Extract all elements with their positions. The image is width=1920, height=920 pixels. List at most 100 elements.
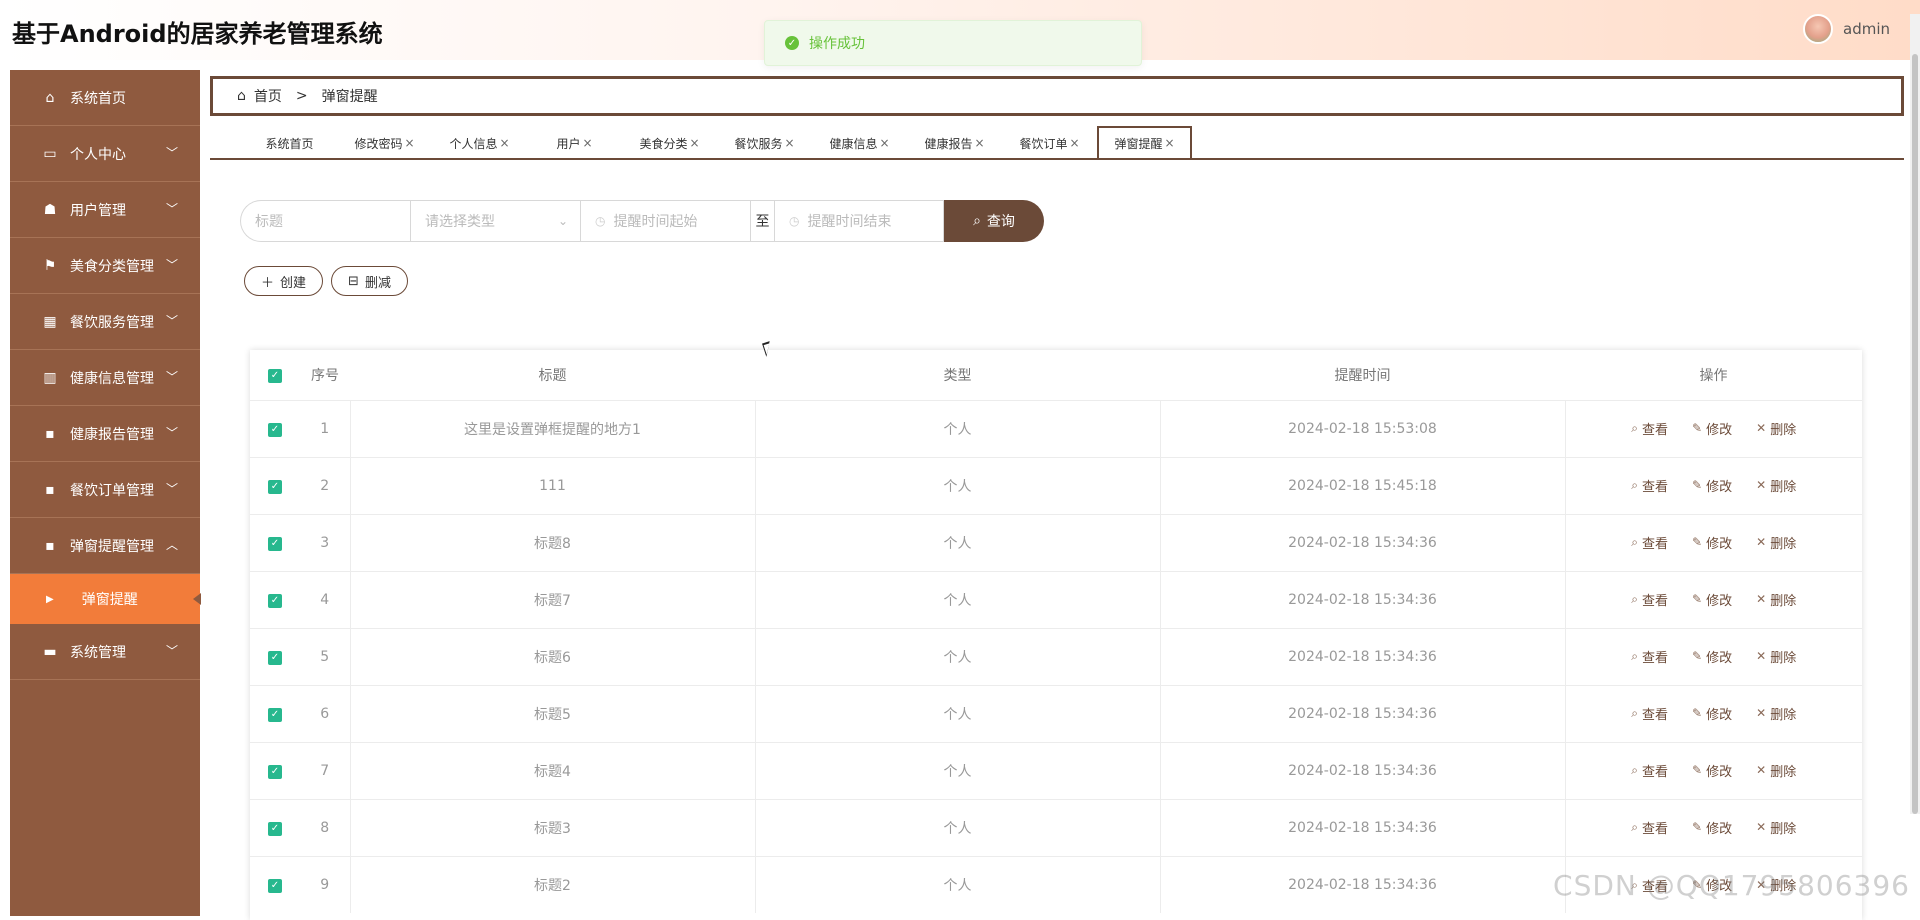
view-button[interactable]: ⌕查看	[1631, 533, 1668, 552]
edit-button[interactable]: ✎修改	[1692, 419, 1732, 438]
watermark: CSDN @QQ1795806396	[1553, 869, 1910, 902]
delete-button[interactable]: ✕删除	[1756, 761, 1796, 780]
view-button[interactable]: ⌕查看	[1631, 704, 1668, 723]
sidebar-item-5[interactable]: ▥健康信息管理﹀	[10, 350, 200, 406]
select-all-checkbox[interactable]: ✓	[268, 369, 282, 383]
close-icon[interactable]: ×	[499, 136, 509, 150]
close-icon[interactable]: ×	[582, 136, 592, 150]
close-icon[interactable]: ×	[404, 136, 414, 150]
row-checkbox[interactable]: ✓	[268, 537, 282, 551]
edit-button[interactable]: ✎修改	[1692, 818, 1732, 837]
end-time-picker[interactable]: ◷提醒时间结束	[774, 200, 944, 242]
view-button[interactable]: ⌕查看	[1631, 590, 1668, 609]
edit-button[interactable]: ✎修改	[1692, 704, 1732, 723]
sidebar-item-8[interactable]: ▪弹窗提醒管理︿	[10, 518, 200, 574]
view-button[interactable]: ⌕查看	[1631, 476, 1668, 495]
sidebar-item-label: 美食分类管理	[70, 256, 154, 276]
breadcrumb-home[interactable]: 首页	[254, 86, 282, 106]
edit-button[interactable]: ✎修改	[1692, 476, 1732, 495]
success-toast: ✓ 操作成功	[764, 20, 1142, 66]
user-menu[interactable]: admin	[1803, 14, 1890, 44]
sidebar-item-3[interactable]: ⚑美食分类管理﹀	[10, 238, 200, 294]
pencil-icon: ✎	[1692, 592, 1702, 606]
row-checkbox[interactable]: ✓	[268, 594, 282, 608]
sidebar-item-label: 餐饮订单管理	[70, 480, 154, 500]
tab-0[interactable]: 系统首页	[242, 128, 337, 158]
tab-9[interactable]: 弹窗提醒×	[1097, 126, 1192, 158]
edit-button[interactable]: ✎修改	[1692, 761, 1732, 780]
row-checkbox[interactable]: ✓	[268, 879, 282, 893]
sidebar-item-1[interactable]: ▭个人中心﹀	[10, 126, 200, 182]
action-toolbar: ＋创建 ⊟删减	[244, 266, 408, 296]
row-checkbox[interactable]: ✓	[268, 480, 282, 494]
sidebar-item-4[interactable]: ▦餐饮服务管理﹀	[10, 294, 200, 350]
avatar[interactable]	[1803, 14, 1833, 44]
delete-button[interactable]: ✕删除	[1756, 590, 1796, 609]
delete-button[interactable]: ✕删除	[1756, 533, 1796, 552]
tab-label: 用户	[556, 135, 580, 152]
tab-8[interactable]: 餐饮订单×	[1002, 128, 1097, 158]
sidebar-item-label: 个人中心	[70, 144, 126, 164]
sidebar-item-2[interactable]: ☗用户管理﹀	[10, 182, 200, 238]
search-button[interactable]: ⌕查询	[944, 200, 1044, 242]
row-checkbox[interactable]: ✓	[268, 822, 282, 836]
start-time-picker[interactable]: ◷提醒时间起始	[580, 200, 750, 242]
tab-6[interactable]: 健康信息×	[812, 128, 907, 158]
create-button[interactable]: ＋创建	[244, 266, 323, 296]
sidebar-subitem-active[interactable]: ▶弹窗提醒	[10, 574, 200, 624]
row-checkbox[interactable]: ✓	[268, 423, 282, 437]
tab-3[interactable]: 用户×	[527, 128, 622, 158]
edit-button[interactable]: ✎修改	[1692, 533, 1732, 552]
delete-button[interactable]: ✕删除	[1756, 818, 1796, 837]
row-checkbox[interactable]: ✓	[268, 708, 282, 722]
delete-button[interactable]: ✕删除	[1756, 419, 1796, 438]
close-icon[interactable]: ×	[1069, 136, 1079, 150]
row-checkbox[interactable]: ✓	[268, 765, 282, 779]
edit-label: 修改	[1706, 818, 1732, 837]
plus-icon: ＋	[261, 272, 274, 291]
close-icon[interactable]: ×	[879, 136, 889, 150]
sidebar-item-7[interactable]: ▪餐饮订单管理﹀	[10, 462, 200, 518]
view-button[interactable]: ⌕查看	[1631, 818, 1668, 837]
close-icon[interactable]: ×	[784, 136, 794, 150]
sidebar-item-6[interactable]: ▪健康报告管理﹀	[10, 406, 200, 462]
view-button[interactable]: ⌕查看	[1631, 647, 1668, 666]
title-search-input[interactable]: 标题	[240, 200, 410, 242]
tab-2[interactable]: 个人信息×	[432, 128, 527, 158]
sidebar-item-0[interactable]: ⌂系统首页	[10, 70, 200, 126]
edit-button[interactable]: ✎修改	[1692, 590, 1732, 609]
sidebar-item-system[interactable]: ▬系统管理﹀	[10, 624, 200, 680]
delete-button[interactable]: ✕删除	[1756, 704, 1796, 723]
view-button[interactable]: ⌕查看	[1631, 761, 1668, 780]
close-icon[interactable]: ×	[974, 136, 984, 150]
tab-4[interactable]: 美食分类×	[622, 128, 717, 158]
delete-label: 删除	[1770, 818, 1796, 837]
edit-label: 修改	[1706, 704, 1732, 723]
close-icon: ✕	[1756, 763, 1766, 777]
table-row: ✓2111个人2024-02-18 15:45:18⌕查看✎修改✕删除	[250, 457, 1862, 514]
tab-1[interactable]: 修改密码×	[337, 128, 432, 158]
user-name[interactable]: admin	[1843, 20, 1890, 38]
edit-label: 修改	[1706, 533, 1732, 552]
view-label: 查看	[1642, 533, 1668, 552]
cell-type: 个人	[755, 685, 1160, 742]
header-time: 提醒时间	[1160, 350, 1565, 400]
type-select[interactable]: 请选择类型⌄	[410, 200, 580, 242]
delete-button[interactable]: ✕删除	[1756, 647, 1796, 666]
delete-button[interactable]: ✕删除	[1756, 476, 1796, 495]
close-icon[interactable]: ×	[689, 136, 699, 150]
delete-label: 删减	[365, 272, 391, 291]
cell-ops: ⌕查看 ✎修改 ✕删除	[1565, 457, 1862, 514]
batch-delete-button[interactable]: ⊟删减	[331, 266, 408, 296]
scrollbar-thumb[interactable]	[1912, 54, 1918, 814]
cell-type: 个人	[755, 457, 1160, 514]
page-scrollbar[interactable]	[1910, 14, 1920, 814]
close-icon[interactable]: ×	[1164, 136, 1174, 150]
chevron-down-icon: ﹀	[166, 144, 178, 161]
row-checkbox[interactable]: ✓	[268, 651, 282, 665]
tab-7[interactable]: 健康报告×	[907, 128, 1002, 158]
sidebar-item-label: 健康报告管理	[70, 424, 154, 444]
edit-button[interactable]: ✎修改	[1692, 647, 1732, 666]
view-button[interactable]: ⌕查看	[1631, 419, 1668, 438]
tab-5[interactable]: 餐饮服务×	[717, 128, 812, 158]
